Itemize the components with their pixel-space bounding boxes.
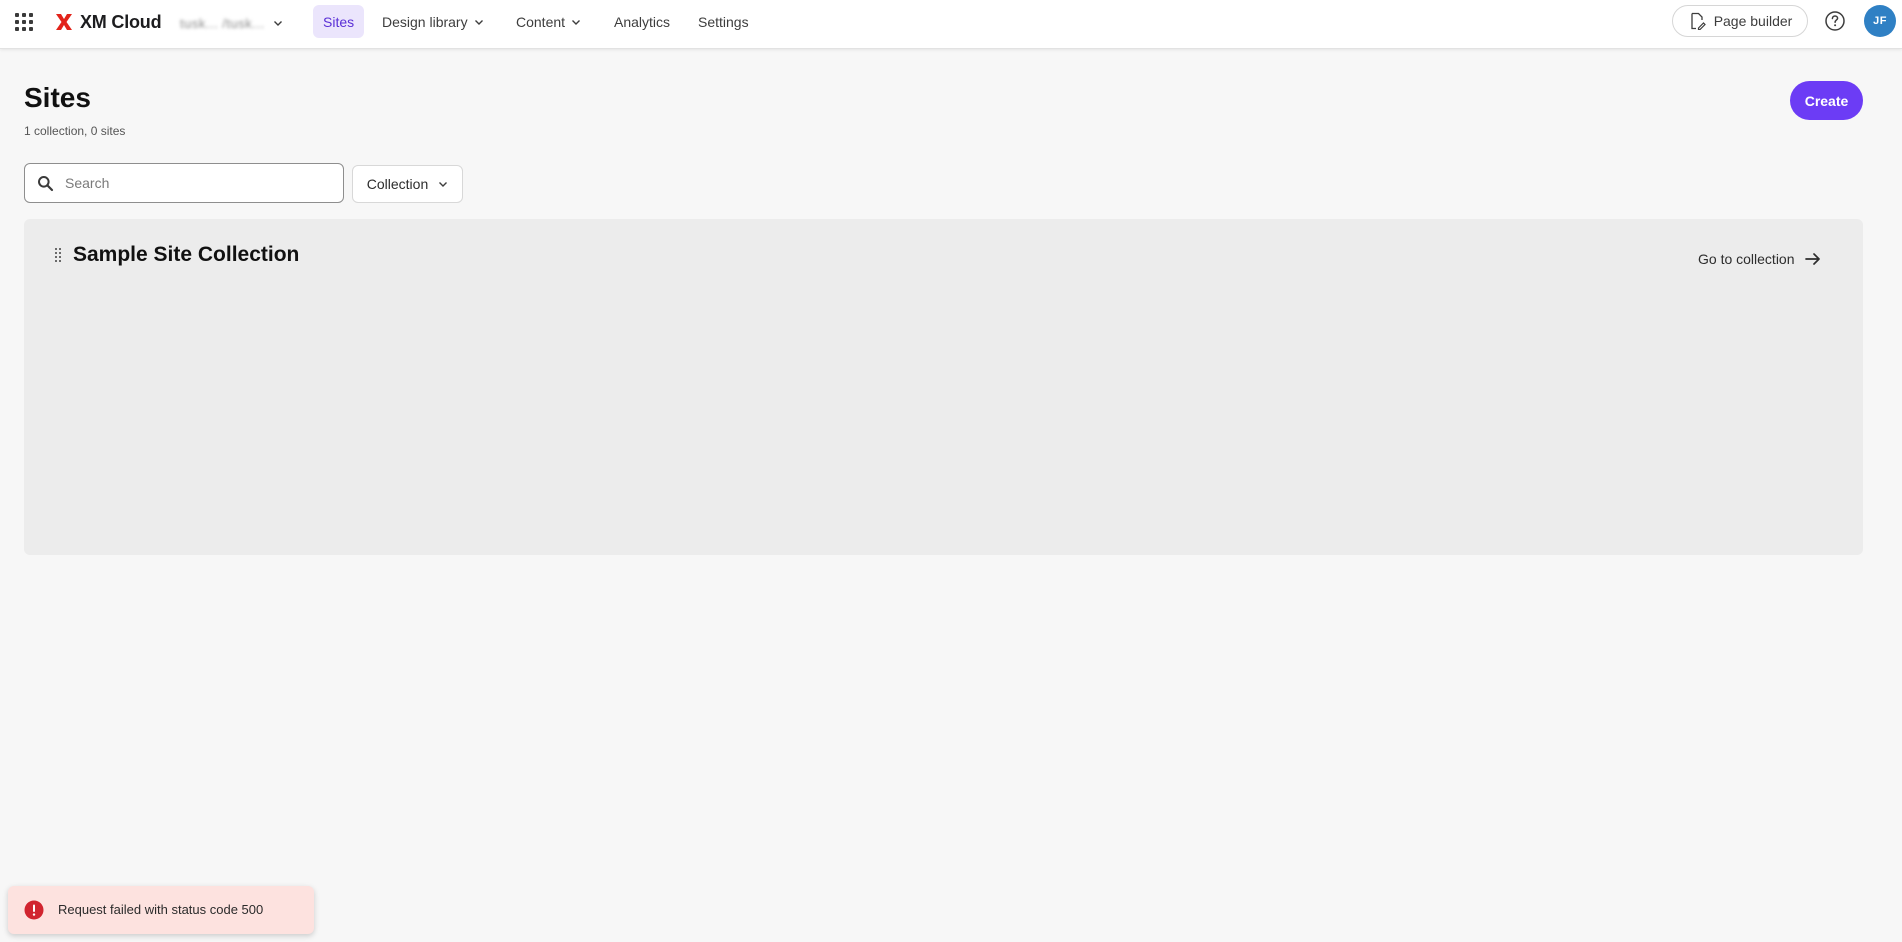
search-icon (38, 176, 54, 192)
page-builder-button[interactable]: Page builder (1672, 5, 1808, 37)
chevron-down-icon (572, 19, 581, 25)
search-box (24, 163, 344, 203)
nav-item-content[interactable]: Content (506, 5, 591, 38)
error-toast: Request failed with status code 500 (8, 886, 314, 934)
app-name: XM Cloud (80, 11, 162, 32)
nav-item-label: Settings (698, 13, 749, 30)
nav-item-label: Analytics (614, 13, 671, 30)
go-to-collection-label: Go to collection (1698, 251, 1795, 267)
nav-item-label: Sites (323, 13, 355, 30)
app-logo[interactable]: XM Cloud (54, 11, 162, 33)
nav-item-label: Design library (382, 13, 468, 30)
help-circle-icon[interactable] (1824, 10, 1846, 32)
collection-card: Sample Site Collection Go to collection (24, 219, 1863, 555)
environment-switcher[interactable]: tusk... /tusk... (180, 12, 283, 34)
collection-title: Sample Site Collection (73, 243, 300, 266)
create-button[interactable]: Create (1790, 81, 1863, 120)
app-switcher-grid-icon[interactable] (14, 12, 34, 32)
top-navigation: XM Cloud tusk... /tusk... Sites Design l… (0, 0, 1902, 49)
toast-message: Request failed with status code 500 (58, 902, 264, 917)
xm-cloud-logo-icon (56, 14, 72, 30)
page-builder-label: Page builder (1713, 13, 1793, 29)
go-to-collection-link[interactable]: Go to collection (1698, 249, 1821, 269)
page-edit-icon (1691, 12, 1706, 30)
chevron-down-icon (474, 19, 483, 25)
nav-item-label: Content (516, 13, 566, 30)
nav-item-sites[interactable]: Sites (313, 5, 365, 38)
search-input[interactable] (65, 164, 335, 202)
environment-label: tusk... /tusk... (180, 15, 265, 31)
page-title: Sites (24, 82, 91, 113)
user-avatar[interactable]: JF (1864, 5, 1896, 37)
chevron-down-icon (439, 182, 448, 187)
chevron-down-icon (273, 21, 282, 26)
nav-item-analytics[interactable]: Analytics (604, 5, 680, 38)
page-subtitle: 1 collection, 0 sites (24, 124, 126, 138)
nav-item-settings[interactable]: Settings (688, 5, 759, 38)
drag-handle-icon[interactable] (54, 247, 62, 265)
collection-filter-dropdown[interactable]: Collection (352, 165, 463, 203)
arrow-right-icon (1804, 253, 1820, 265)
error-alert-icon (24, 900, 44, 920)
nav-item-design-library[interactable]: Design library (372, 5, 494, 38)
collection-filter-label: Collection (366, 176, 429, 192)
